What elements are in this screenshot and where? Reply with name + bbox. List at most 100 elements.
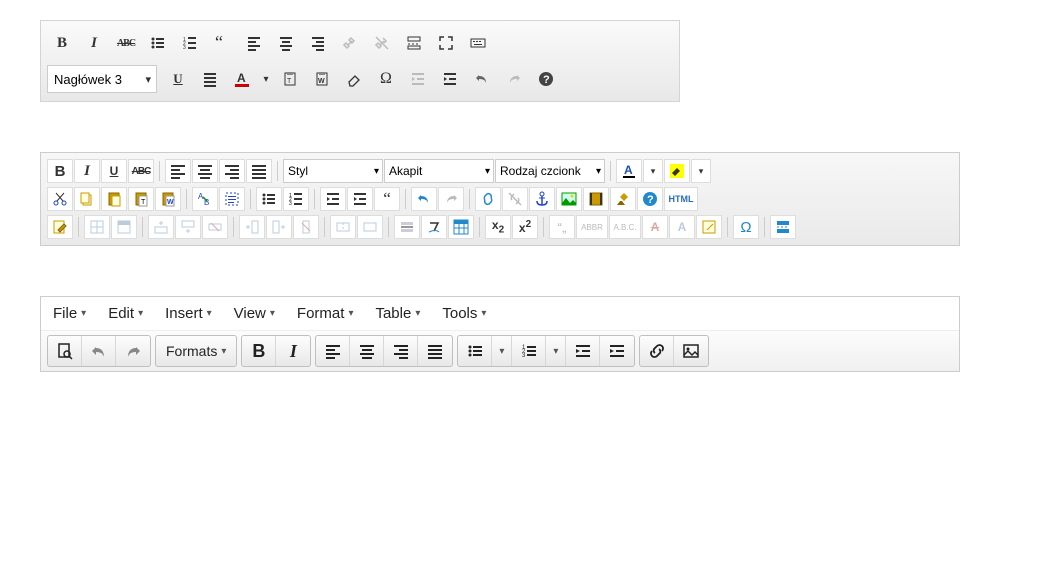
text-color-chevron[interactable]: ▾ bbox=[259, 65, 273, 93]
style-select[interactable]: Styl bbox=[283, 159, 383, 183]
hr-button[interactable] bbox=[394, 215, 420, 239]
tbl-f-button[interactable] bbox=[293, 215, 319, 239]
italic-button[interactable]: I bbox=[276, 336, 310, 366]
acronym-button[interactable]: A.B.C. bbox=[609, 215, 641, 239]
eraser-button[interactable] bbox=[339, 65, 369, 93]
italic-button[interactable]: I bbox=[79, 29, 109, 57]
blockquote-button[interactable]: “ bbox=[374, 187, 400, 211]
copy-button[interactable] bbox=[74, 187, 100, 211]
underline-button[interactable]: U bbox=[101, 159, 127, 183]
outdent-button[interactable] bbox=[566, 336, 600, 366]
menu-edit[interactable]: Edit bbox=[108, 305, 143, 322]
abbr-button[interactable]: ABBR bbox=[576, 215, 608, 239]
menu-format[interactable]: Format bbox=[297, 305, 354, 322]
help-button[interactable]: ? bbox=[531, 65, 561, 93]
blockquote-button[interactable]: “ bbox=[207, 29, 237, 57]
outdent-button[interactable] bbox=[403, 65, 433, 93]
bold-button[interactable]: B bbox=[47, 159, 73, 183]
strikethrough-button[interactable]: ABC bbox=[111, 29, 141, 57]
tbl-a-button[interactable] bbox=[148, 215, 174, 239]
attributes-button[interactable] bbox=[696, 215, 722, 239]
special-char-button[interactable]: Ω bbox=[733, 215, 759, 239]
font-color-dropdown[interactable]: ▾ bbox=[643, 159, 663, 183]
image-button[interactable] bbox=[674, 336, 708, 366]
align-left-button[interactable] bbox=[165, 159, 191, 183]
link-button[interactable] bbox=[335, 29, 365, 57]
numbered-list-button[interactable]: 123 bbox=[512, 336, 546, 366]
special-char-button[interactable]: Ω bbox=[371, 65, 401, 93]
fullscreen-button[interactable] bbox=[431, 29, 461, 57]
tbl-b-button[interactable] bbox=[175, 215, 201, 239]
menu-insert[interactable]: Insert bbox=[165, 305, 212, 322]
bold-button[interactable]: B bbox=[242, 336, 276, 366]
align-center-button[interactable] bbox=[350, 336, 384, 366]
table-button[interactable] bbox=[448, 215, 474, 239]
cut-button[interactable] bbox=[47, 187, 73, 211]
align-right-button[interactable] bbox=[219, 159, 245, 183]
del-button[interactable]: A bbox=[642, 215, 668, 239]
align-center-button[interactable] bbox=[271, 29, 301, 57]
redo-button[interactable] bbox=[438, 187, 464, 211]
readmore-button[interactable] bbox=[399, 29, 429, 57]
underline-button[interactable]: U bbox=[163, 65, 193, 93]
indent-button[interactable] bbox=[600, 336, 634, 366]
format-select[interactable]: Akapit bbox=[384, 159, 494, 183]
paste-text-button[interactable]: T bbox=[128, 187, 154, 211]
menu-table[interactable]: Table bbox=[375, 305, 420, 322]
outdent-button[interactable] bbox=[320, 187, 346, 211]
keyboard-button[interactable] bbox=[463, 29, 493, 57]
align-justify-button[interactable] bbox=[418, 336, 452, 366]
text-color-button[interactable]: A bbox=[227, 65, 257, 93]
align-right-button[interactable] bbox=[384, 336, 418, 366]
formats-dropdown[interactable]: Formats bbox=[156, 336, 236, 366]
bg-color-button[interactable] bbox=[664, 159, 690, 183]
numbered-list-button[interactable]: 123 bbox=[175, 29, 205, 57]
clean-button[interactable] bbox=[610, 187, 636, 211]
font-color-button[interactable]: A bbox=[616, 159, 642, 183]
tbl-d-button[interactable] bbox=[239, 215, 265, 239]
paste-text-button[interactable]: T bbox=[275, 65, 305, 93]
align-left-button[interactable] bbox=[316, 336, 350, 366]
font-family-select[interactable]: Rodzaj czcionk bbox=[495, 159, 605, 183]
tbl-c-button[interactable] bbox=[202, 215, 228, 239]
bg-color-dropdown[interactable]: ▾ bbox=[691, 159, 711, 183]
subscript-button[interactable]: x2 bbox=[485, 215, 511, 239]
align-right-button[interactable] bbox=[303, 29, 333, 57]
table2-button[interactable] bbox=[111, 215, 137, 239]
bullet-list-button[interactable] bbox=[458, 336, 492, 366]
numbered-list-dropdown[interactable] bbox=[546, 336, 566, 366]
align-justify-button[interactable] bbox=[246, 159, 272, 183]
help-button[interactable]: ? bbox=[637, 187, 663, 211]
unlink-button[interactable] bbox=[367, 29, 397, 57]
media-button[interactable] bbox=[583, 187, 609, 211]
find-replace-button[interactable]: AB bbox=[192, 187, 218, 211]
italic-button[interactable]: I bbox=[74, 159, 100, 183]
align-left-button[interactable] bbox=[239, 29, 269, 57]
image-button[interactable] bbox=[556, 187, 582, 211]
paste-word-button[interactable]: W bbox=[307, 65, 337, 93]
anchor-button[interactable] bbox=[529, 187, 555, 211]
redo-button[interactable] bbox=[499, 65, 529, 93]
heading-select[interactable]: Nagłówek 3 bbox=[47, 65, 157, 93]
menu-tools[interactable]: Tools bbox=[442, 305, 486, 322]
ins-button[interactable]: A bbox=[669, 215, 695, 239]
numbered-list-button[interactable]: 123 bbox=[283, 187, 309, 211]
cite-button[interactable]: “„ bbox=[549, 215, 575, 239]
edit-source-button[interactable] bbox=[47, 215, 73, 239]
indent-button[interactable] bbox=[435, 65, 465, 93]
bullet-list-dropdown[interactable] bbox=[492, 336, 512, 366]
html-button[interactable]: HTML bbox=[664, 187, 698, 211]
tbl-e-button[interactable] bbox=[266, 215, 292, 239]
bullet-list-button[interactable] bbox=[256, 187, 282, 211]
paste-button[interactable] bbox=[101, 187, 127, 211]
table1-button[interactable] bbox=[84, 215, 110, 239]
paste-word-button[interactable]: W bbox=[155, 187, 181, 211]
menu-view[interactable]: View bbox=[234, 305, 275, 322]
unlink-button[interactable] bbox=[502, 187, 528, 211]
strikethrough-button[interactable]: ABC bbox=[128, 159, 154, 183]
pagebreak-button[interactable] bbox=[770, 215, 796, 239]
bullet-list-button[interactable] bbox=[143, 29, 173, 57]
select-all-button[interactable] bbox=[219, 187, 245, 211]
preview-button[interactable] bbox=[48, 336, 82, 366]
tbl-merge-button[interactable] bbox=[357, 215, 383, 239]
